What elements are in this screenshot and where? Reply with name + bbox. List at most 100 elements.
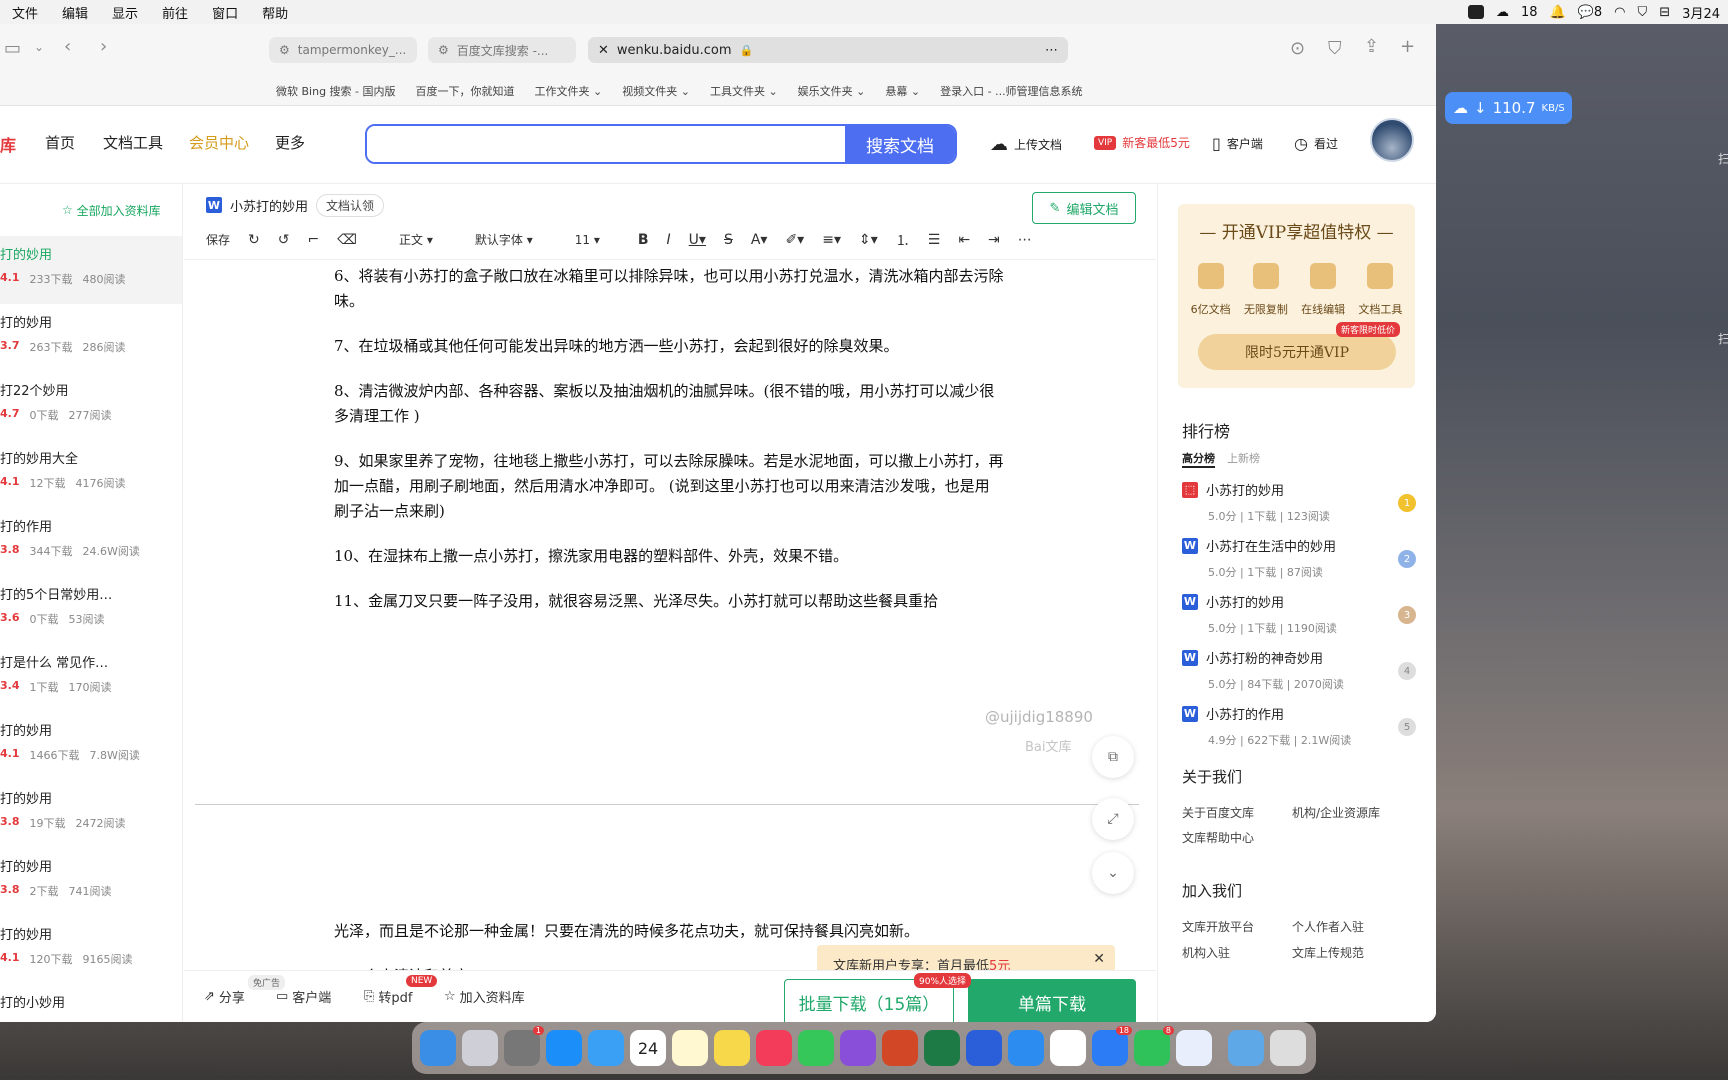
related-doc-item[interactable]: 打的小妙用 [0,984,182,1022]
tab-tampermonkey[interactable]: ⚙ tampermonkey_... [269,37,417,63]
favorite-link[interactable]: 微软 Bing 搜索 - 国内版 [276,83,396,99]
favorite-folder[interactable]: 娱乐文件夹 ⌄ [798,83,866,99]
rank-item[interactable]: W 小苏打的作用 4.9分 | 622下载 | 2.1W阅读 5 [1182,704,1416,760]
tab-high-score[interactable]: 高分榜 [1182,450,1215,468]
menu-file[interactable]: 文件 [0,3,50,22]
add-all-button[interactable]: ☆ 全部加入资料库 [0,184,182,236]
favorite-folder[interactable]: 工作文件夹 ⌄ [535,83,603,99]
scroll-down-fab-icon[interactable]: ⌄ [1092,852,1134,894]
join-link[interactable]: 个人作者入驻 [1292,918,1364,935]
bullet-list-icon[interactable]: ☰ [928,232,941,248]
search-input[interactable] [367,126,845,162]
word-icon[interactable] [966,1030,1002,1066]
nav-more[interactable]: 更多 [275,132,305,153]
avatar[interactable] [1370,118,1414,162]
about-link[interactable]: 机构/企业资源库 [1292,804,1380,821]
align-icon[interactable]: ≡▾ [822,232,841,248]
claim-doc-button[interactable]: 文档认领 [316,193,385,217]
italic-icon[interactable]: I [667,232,671,248]
menu-window[interactable]: 窗口 [200,3,250,22]
join-link[interactable]: 文库上传规范 [1292,944,1364,961]
stop-icon[interactable] [1467,5,1484,19]
rank-item[interactable]: ⬚ 小苏打的妙用 5.0分 | 1下载 | 123阅读 1 [1182,480,1416,536]
shield-icon[interactable]: ⛉ [1638,5,1648,20]
font-select[interactable]: 默认字体 ▾ [475,231,533,248]
app-store-icon[interactable] [546,1030,582,1066]
powerpoint-icon[interactable] [882,1030,918,1066]
related-doc-item[interactable]: 打的妙用 4.1 120下载 9165阅读 [0,916,182,984]
stickies-icon[interactable] [714,1030,750,1066]
wechat-tray[interactable]: 💬8 [1578,5,1602,20]
join-link[interactable]: 文库开放平台 [1182,918,1254,935]
calendar-icon[interactable]: 24 [630,1030,666,1066]
font-color-icon[interactable]: A▾ [751,232,768,248]
related-doc-item[interactable]: 打是什么 常见作… 3.4 1下载 170阅读 [0,644,182,712]
related-doc-item[interactable]: 打的妙用大全 4.1 12下载 4176阅读 [0,440,182,508]
downloads-folder-icon[interactable] [1228,1030,1264,1066]
client-download-button[interactable]: ▭ 客户端 [276,987,331,1006]
wifi-icon[interactable]: ◠ [1614,5,1625,20]
rank-item[interactable]: W 小苏打粉的神奇妙用 5.0分 | 84下载 | 2070阅读 4 [1182,648,1416,704]
more-tools-icon[interactable]: ⋯ [1018,232,1032,248]
favorite-folder[interactable]: 工具文件夹 ⌄ [710,83,778,99]
tab-new[interactable]: 上新榜 [1227,450,1260,468]
close-icon[interactable]: ✕ [1093,951,1105,967]
eraser-icon[interactable]: ⌫ [337,232,357,248]
related-doc-item[interactable]: 打的妙用 3.8 2下载 741阅读 [0,848,182,916]
about-link[interactable]: 文库帮助中心 [1182,829,1254,846]
music-icon[interactable] [756,1030,792,1066]
baidu-netdisk-tray-icon[interactable]: ☁ [1496,5,1509,20]
qq-icon[interactable] [1050,1030,1086,1066]
trash-icon[interactable] [1270,1030,1306,1066]
sidebar-toggle-icon[interactable]: ▭ [4,38,21,59]
history-button[interactable]: ◷ 看过 [1294,134,1338,153]
share-icon[interactable]: ⇪ [1364,36,1379,57]
safari-icon[interactable] [1008,1030,1044,1066]
download-icon[interactable]: ⊙ [1290,38,1305,59]
launchpad-icon[interactable] [462,1030,498,1066]
favorite-link[interactable]: 登录入口 - ...师管理信息系统 [940,83,1082,99]
ordered-list-icon[interactable]: ⒈ [896,230,910,250]
messages-icon[interactable] [798,1030,834,1066]
bell-icon[interactable]: 🔔 [1550,5,1566,20]
menu-edit[interactable]: 编辑 [50,3,100,22]
nav-doc-tools[interactable]: 文档工具 [103,132,163,153]
search-button[interactable]: 搜索文档 [845,126,955,162]
address-bar[interactable]: ✕ wenku.baidu.com 🔒 ⋯ [588,37,1068,63]
about-link[interactable]: 关于百度文库 [1182,804,1254,821]
back-icon[interactable]: ‹ [64,36,71,57]
style-select[interactable]: 正文 ▾ [399,231,433,248]
mail-icon[interactable] [588,1030,624,1066]
related-doc-item[interactable]: 打的妙用 4.1 1466下载 7.8W阅读 [0,712,182,780]
indent-decrease-icon[interactable]: ⇤ [958,232,970,248]
undo-icon[interactable]: ↺ [278,232,290,248]
open-vip-button[interactable]: 限时5元开通VIP [1198,334,1396,370]
edit-doc-button[interactable]: ✎ 编辑文档 [1032,192,1136,224]
related-doc-item[interactable]: 打22个妙用 4.7 0下载 277阅读 [0,372,182,440]
new-tab-icon[interactable]: + [1400,36,1415,57]
underline-icon[interactable]: U▾ [689,232,706,248]
indent-increase-icon[interactable]: ⇥ [988,232,1000,248]
favorite-link[interactable]: 百度一下，你就知道 [416,83,515,99]
menu-help[interactable]: 帮助 [250,3,300,22]
save-button[interactable]: 保存 [206,231,230,248]
to-pdf-button[interactable]: ⎘ 转pdf [364,987,413,1006]
menu-view[interactable]: 显示 [100,3,150,22]
settings-icon[interactable]: 1 [504,1026,544,1066]
vip-promo-button[interactable]: VIP 新客最低5元 [1094,134,1190,151]
fullscreen-fab-icon[interactable]: ⤢ [1092,798,1134,840]
favorite-folder[interactable]: 悬幕 ⌄ [885,83,920,99]
size-select[interactable]: 11 ▾ [575,233,600,247]
feishu-icon[interactable]: 18 [1092,1026,1132,1066]
wechat-icon[interactable]: 8 [1134,1026,1174,1066]
line-spacing-icon[interactable]: ⇕▾ [859,232,878,248]
rank-item[interactable]: W 小苏打在生活中的妙用 5.0分 | 1下载 | 87阅读 2 [1182,536,1416,592]
related-doc-item[interactable]: 打的5个日常妙用… 3.6 0下载 53阅读 [0,576,182,644]
related-doc-item[interactable]: 打的妙用 3.7 263下载 286阅读 [0,304,182,372]
client-button[interactable]: ▯ 客户端 [1212,134,1263,153]
upload-button[interactable]: ☁ 上传文档 [990,134,1062,155]
forward-icon[interactable]: › [100,36,107,57]
copy-fab-icon[interactable]: ⧉ [1092,736,1134,778]
downloader-icon[interactable] [840,1030,876,1066]
network-speed-widget[interactable]: ☁ ↓ 110.7 KB/S [1445,92,1572,124]
